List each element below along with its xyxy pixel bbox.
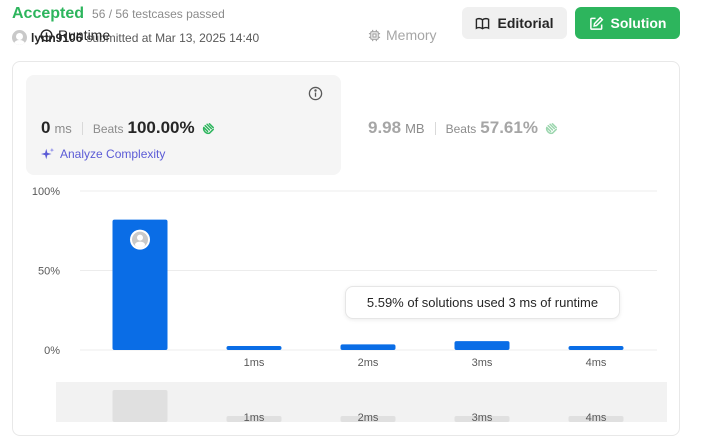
memory-title[interactable]: Memory — [368, 27, 437, 43]
submission-status: Accepted 56 / 56 testcases passed — [12, 5, 225, 23]
memory-title-text: Memory — [386, 27, 437, 43]
clap-hands-icon — [202, 122, 214, 134]
testcases-passed: 56 / 56 testcases passed — [92, 7, 225, 21]
runtime-unit: ms — [54, 121, 72, 136]
divider — [81, 121, 83, 135]
info-icon[interactable] — [308, 86, 323, 101]
analyze-complexity-link[interactable]: Analyze Complexity — [41, 147, 165, 161]
chip-icon — [368, 29, 381, 41]
chart-tooltip: 5.59% of solutions used 3 ms of runtime — [345, 286, 620, 319]
book-icon — [476, 17, 490, 30]
memory-unit: MB — [405, 121, 425, 136]
memory-stats: 9.98 MB Beats 57.61% — [368, 118, 559, 138]
memory-value: 9.98 — [368, 118, 402, 137]
chart-navigator[interactable] — [56, 382, 667, 422]
accepted-label: Accepted — [12, 5, 85, 22]
memory-beats-value: 57.61% — [480, 118, 538, 137]
editorial-label: Editorial — [497, 15, 554, 31]
runtime-beats-label: Beats — [92, 122, 124, 136]
runtime-title: Runtime — [40, 27, 110, 43]
solution-label: Solution — [610, 15, 667, 31]
edit-icon — [589, 16, 603, 30]
divider — [434, 121, 436, 135]
runtime-value: 0 — [41, 118, 51, 137]
submitted-time: submitted at Mar 13, 2025 14:40 — [86, 30, 260, 45]
solution-button[interactable]: Solution — [575, 7, 680, 39]
runtime-beats-value: 100.00% — [127, 118, 195, 137]
memory-beats-label: Beats — [445, 122, 477, 136]
clap-hands-icon — [545, 122, 557, 134]
clock-icon — [40, 28, 53, 42]
runtime-stats: 0 ms Beats 100.00% — [41, 118, 216, 138]
analyze-label: Analyze Complexity — [60, 147, 166, 161]
editorial-button[interactable]: Editorial — [462, 7, 567, 39]
sparkle-icon — [41, 147, 55, 160]
user-avatar-icon[interactable] — [12, 30, 27, 45]
runtime-title-text: Runtime — [58, 27, 111, 43]
